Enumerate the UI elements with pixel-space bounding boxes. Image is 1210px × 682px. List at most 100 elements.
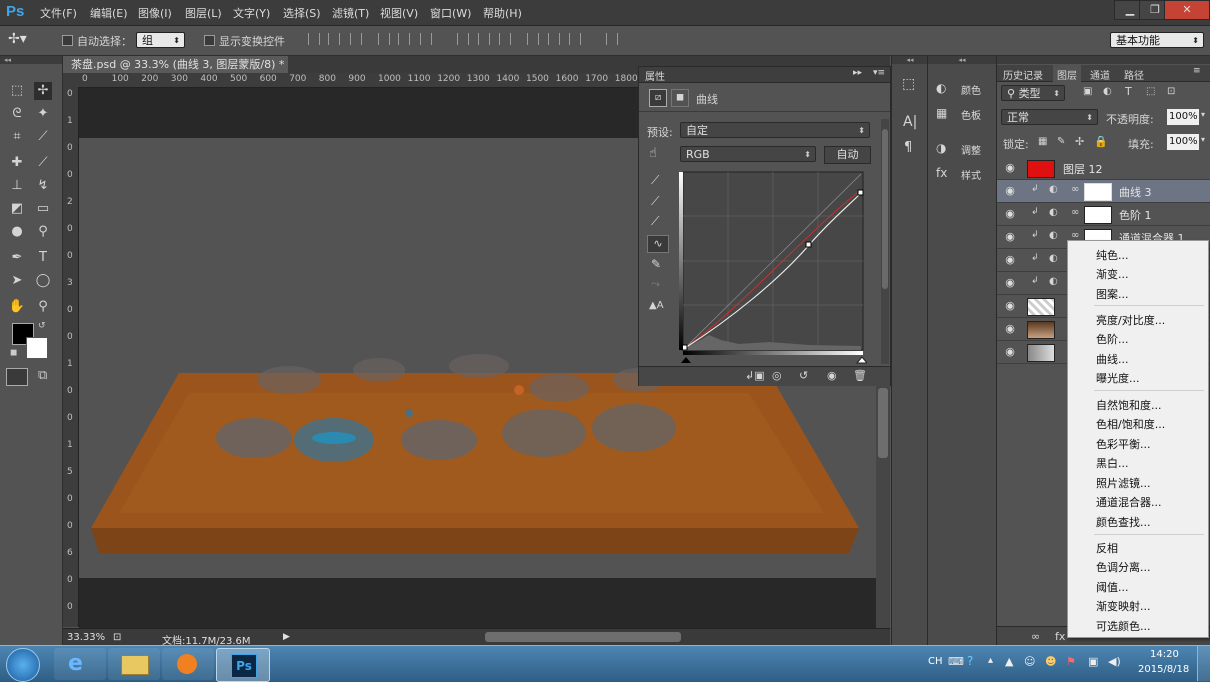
on-image-adjust-icon[interactable]: ☝ [649,146,657,161]
crop-tool-icon[interactable]: ⌗ [8,128,26,146]
pencil-draw-icon[interactable]: ✎ [651,257,661,271]
collapse-panel-icon[interactable]: ▸▸ [853,68,862,78]
vertical-scroll-thumb[interactable] [878,388,888,458]
styles-panel-icon[interactable]: fx [936,166,947,180]
distribute-bottom-icon[interactable] [499,33,511,45]
filter-smart-object-icon[interactable]: ⊡ [1167,86,1175,97]
curves-graph[interactable] [679,170,867,365]
menu-item-photo-filter[interactable]: 照片滤镜... [1096,475,1151,491]
align-top-icon[interactable] [308,33,320,45]
filter-pixel-icon[interactable]: ▣ [1083,86,1092,97]
view-previous-icon[interactable]: ◎ [772,369,782,382]
menu-layer[interactable]: 图层(L) [185,5,222,21]
layer-row[interactable]: ◉ ↲ ◐ ∞ 色阶 1 [997,203,1210,226]
move-tool-preset-icon[interactable]: ✢▾ [8,31,27,47]
menu-item-vibrance[interactable]: 自然饱和度... [1096,397,1162,413]
menu-file[interactable]: 文件(F) [40,5,77,21]
healing-brush-tool-icon[interactable]: ✚ [8,154,26,172]
toolbox-collapse-icon[interactable]: ◂◂ [0,56,62,64]
lock-pixels-icon[interactable]: ✎ [1057,136,1065,147]
pen-tool-icon[interactable]: ✒ [8,249,26,267]
swatches-panel-icon[interactable]: ▦ [936,106,947,120]
black-point-eyedropper-icon[interactable]: ⟋ [651,173,659,188]
marquee-tool-icon[interactable]: ⬚ [8,82,26,100]
eraser-tool-icon[interactable]: ◩ [8,200,26,218]
panel-menu-icon[interactable]: ▾≡ [873,68,885,78]
auto-select-dropdown[interactable]: 组 ⬍ [136,32,185,48]
panel-menu-icon[interactable]: ≡ [1193,66,1201,76]
menu-item-color-lookup[interactable]: 颜色查找... [1096,514,1151,530]
distribute-left-icon[interactable] [527,33,539,45]
opacity-input[interactable]: 100% [1167,109,1199,125]
visibility-icon[interactable]: ◉ [827,369,837,382]
help-icon[interactable]: ? [967,654,973,668]
properties-scroll-thumb[interactable] [882,129,888,289]
fill-slider-arrow-icon[interactable]: ▾ [1201,135,1205,144]
horizontal-scroll-thumb[interactable] [485,632,681,642]
filter-type-icon[interactable]: T [1125,85,1132,98]
ruler-origin[interactable] [63,73,78,87]
visibility-eye-icon[interactable]: ◉ [1003,345,1017,359]
channel-dropdown[interactable]: RGB ⬍ [680,146,816,162]
auto-select-checkbox[interactable] [62,35,73,46]
gray-point-eyedropper-icon[interactable]: ⟋ [651,194,659,209]
auto-align-icon[interactable] [606,33,618,45]
history-brush-tool-icon[interactable]: ↯ [34,177,52,195]
color-panel-label[interactable]: 颜色 [961,82,981,97]
menu-item-hue-saturation[interactable]: 色相/饱和度... [1096,416,1165,432]
smooth-curve-icon[interactable]: ⤳ [651,277,660,291]
swap-colors-icon[interactable]: ↺ [38,321,46,331]
status-menu-arrow-icon[interactable]: ▶ [283,632,290,642]
default-colors-icon[interactable]: ◼ [10,348,17,358]
clock-date[interactable]: 2015/8/18 [1138,664,1189,675]
menu-item-levels[interactable]: 色阶... [1096,331,1129,347]
align-vcenter-icon[interactable] [328,33,340,45]
expand-panels-icon[interactable]: ◂◂ [892,56,928,64]
eyedropper-tool-icon[interactable]: ⟋ [34,128,52,146]
fill-input[interactable]: 100% [1167,134,1199,150]
tray-user-icon[interactable]: ☺ [1024,655,1035,668]
ellipse-tool-icon[interactable]: ◯ [34,272,52,290]
reset-icon[interactable]: ↺ [799,369,808,382]
distribute-top-icon[interactable] [457,33,469,45]
adjustments-panel-label[interactable]: 调整 [961,142,981,157]
clock-time[interactable]: 14:20 [1150,649,1179,660]
layer-filter-dropdown[interactable]: ⚲ 类型 ⬍ [1001,85,1065,101]
layer-mask-thumbnail[interactable] [1084,206,1112,224]
lock-position-icon[interactable]: ✢ [1075,135,1084,148]
curve-points-tool-icon[interactable]: ∿ [647,235,669,253]
menu-item-curves[interactable]: 曲线... [1096,351,1129,367]
styles-panel-label[interactable]: 样式 [961,167,981,182]
tray-security-icon[interactable]: ⚑ [1066,655,1076,668]
visibility-eye-icon[interactable]: ◉ [1003,184,1017,198]
distribute-hcenter-icon[interactable] [548,33,560,45]
hand-tool-icon[interactable]: ✋ [8,298,26,316]
adjustments-panel-icon[interactable]: ◑ [936,141,946,155]
menu-image[interactable]: 图像(I) [138,5,172,21]
swatches-panel-label[interactable]: 色板 [961,107,981,122]
menu-item-invert[interactable]: 反相 [1096,540,1118,556]
brush-tool-icon[interactable]: ⟋ [34,154,52,172]
gradient-tool-icon[interactable]: ▭ [34,200,52,218]
visibility-eye-icon[interactable]: ◉ [1003,276,1017,290]
menu-edit[interactable]: 编辑(E) [90,5,128,21]
distribute-right-icon[interactable] [569,33,581,45]
visibility-eye-icon[interactable]: ◉ [1003,207,1017,221]
move-tool-icon[interactable]: ✢ [34,82,52,100]
menu-item-posterize[interactable]: 色调分离... [1096,559,1151,575]
menu-item-selective-color[interactable]: 可选颜色... [1096,618,1151,634]
align-hcenter-icon[interactable] [398,33,410,45]
menu-type[interactable]: 文字(Y) [233,5,270,21]
blend-mode-dropdown[interactable]: 正常 ⬍ [1001,109,1098,125]
zoom-level[interactable]: 33.33% [67,632,105,643]
distribute-vcenter-icon[interactable] [478,33,490,45]
opacity-slider-arrow-icon[interactable]: ▾ [1201,110,1205,119]
tray-network-icon[interactable]: ▣ [1088,655,1098,668]
lasso-tool-icon[interactable]: ᘓ [8,105,26,123]
workspace-dropdown[interactable]: 基本功能 ⬍ [1110,32,1204,48]
curves-adjustment-icon[interactable]: ⧄ [649,89,667,107]
ime-indicator[interactable]: CH [928,656,943,667]
clone-stamp-tool-icon[interactable]: ⊥ [8,177,26,195]
add-style-icon[interactable]: fx [1055,630,1065,643]
tray-qq-icon[interactable]: ☻ [1045,655,1056,668]
